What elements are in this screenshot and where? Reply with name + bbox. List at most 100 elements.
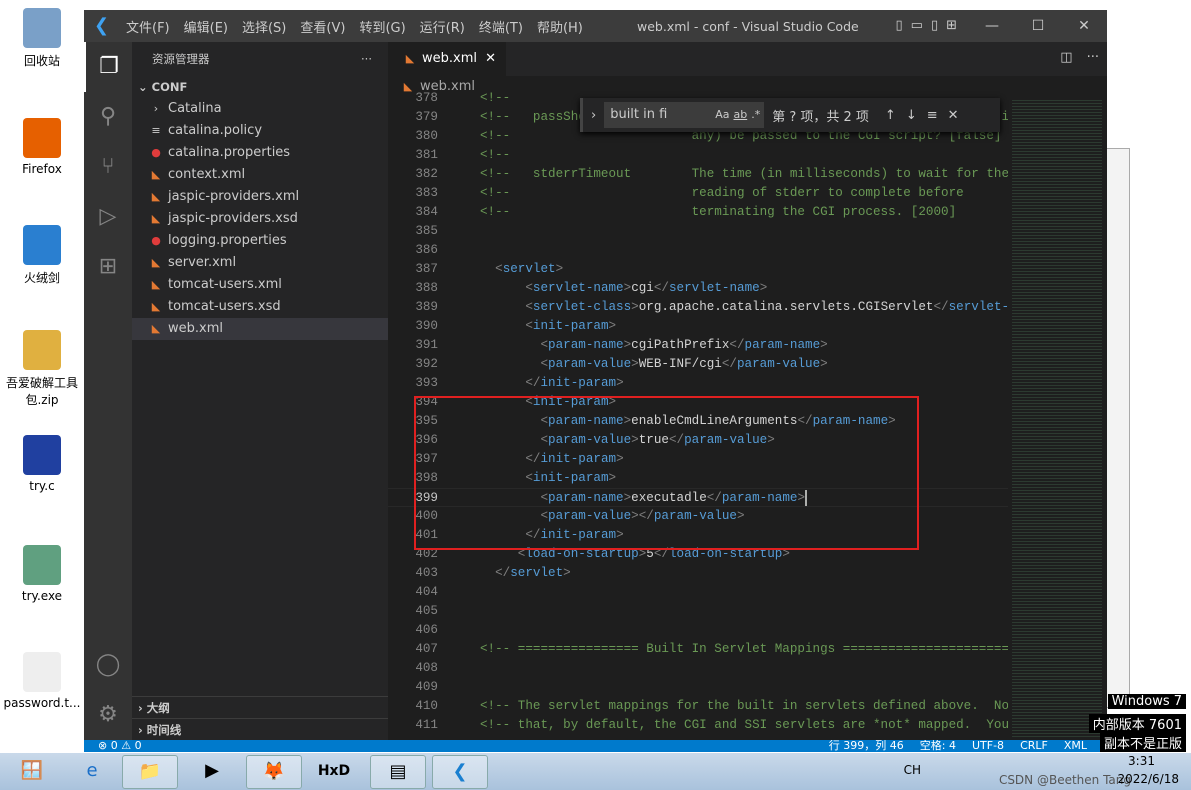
desktop-icon[interactable]: 火绒剑 xyxy=(0,225,84,286)
explorer-icon[interactable]: ❐ xyxy=(84,42,132,92)
explorer-taskbar-icon[interactable]: 📁 xyxy=(122,755,178,789)
win7-notice: 副本不是正版 xyxy=(1099,733,1186,752)
whole-word-toggle[interactable]: ab xyxy=(733,108,747,121)
file-item[interactable]: ◣ server.xml xyxy=(132,252,388,274)
previous-match-icon[interactable]: ↑ xyxy=(885,108,896,123)
code-line: 385 xyxy=(388,222,1008,241)
close-tab-icon[interactable]: ✕ xyxy=(485,42,496,76)
hxd-icon[interactable]: HxD xyxy=(306,755,362,789)
menu-item[interactable]: 文件(F) xyxy=(126,21,170,36)
menu-item[interactable]: 选择(S) xyxy=(242,21,286,36)
minimap[interactable] xyxy=(1012,98,1102,738)
menu-item[interactable]: 帮助(H) xyxy=(537,21,583,36)
regex-toggle[interactable]: .* xyxy=(751,108,760,121)
tab-label: web.xml xyxy=(422,51,477,66)
indentation[interactable]: 空格: 4 xyxy=(920,740,956,752)
menu-item[interactable]: 运行(R) xyxy=(420,21,465,36)
layout-icon[interactable]: ⊞ xyxy=(946,18,957,33)
media-player-icon[interactable]: ▶ xyxy=(184,755,240,789)
app-window-icon[interactable]: ▤ xyxy=(370,755,426,789)
clock-time[interactable]: 3:31 xyxy=(1128,754,1155,768)
toggle-sidebar-icon[interactable]: ▯ xyxy=(895,18,902,33)
maximize-button[interactable]: ☐ xyxy=(1015,10,1061,42)
file-label: server.xml xyxy=(168,255,237,270)
tag-token: servlet-class xyxy=(532,300,632,314)
encoding[interactable]: UTF-8 xyxy=(972,740,1004,752)
line-number: 409 xyxy=(415,680,438,694)
vscode-taskbar-icon[interactable]: ❮ xyxy=(432,755,488,789)
timeline-section[interactable]: › 时间线 xyxy=(132,718,388,740)
more-actions-button[interactable]: ··· xyxy=(361,42,372,76)
toggle-replace-icon[interactable]: › xyxy=(591,108,596,123)
menu-item[interactable]: 终端(T) xyxy=(479,21,523,36)
line-ending[interactable]: CRLF xyxy=(1020,740,1048,752)
desktop-icon[interactable]: password.t... xyxy=(0,652,84,710)
xml-file-icon: ◣ xyxy=(151,322,161,335)
desktop-icon[interactable]: try.c xyxy=(0,435,84,493)
file-item[interactable]: ≡ catalina.policy xyxy=(132,120,388,142)
line-number: 379 xyxy=(415,110,438,124)
file-item[interactable]: ● catalina.properties xyxy=(132,142,388,164)
file-label: tomcat-users.xsd xyxy=(168,299,281,314)
file-item[interactable]: ◣ jaspic-providers.xml xyxy=(132,186,388,208)
search-icon[interactable]: ⚲ xyxy=(84,92,132,142)
file-item[interactable]: ◣ context.xml xyxy=(132,164,388,186)
bracket-token: > xyxy=(616,376,624,390)
code-line: 387 <servlet> xyxy=(388,260,1008,279)
find-result-count: 第 ? 项，共 2 项 xyxy=(772,109,869,125)
line-number: 404 xyxy=(415,585,438,599)
find-in-selection-icon[interactable]: ≡ xyxy=(927,108,938,123)
file-item[interactable]: ◣ tomcat-users.xml xyxy=(132,274,388,296)
split-editor-icon[interactable]: ◫ xyxy=(1060,50,1072,65)
vscode-window: ❮ 文件(F) 编辑(E) 选择(S) 查看(V) 转到(G) 运行(R) 终端(T) 帮助(… xyxy=(84,10,1107,752)
folder-conf[interactable]: ⌄ CONF xyxy=(132,76,388,98)
next-match-icon[interactable]: ↓ xyxy=(906,108,917,123)
code-line: 406 xyxy=(388,621,1008,640)
tag-token: servlet xyxy=(510,566,564,580)
line-number: 386 xyxy=(415,243,438,257)
file-item[interactable]: ◣ web.xml xyxy=(132,318,388,340)
toggle-panel-icon[interactable]: ▭ xyxy=(911,18,923,33)
desktop-icon[interactable]: 吾爱破解工具包.zip xyxy=(0,330,84,408)
run-debug-icon[interactable]: ▷ xyxy=(84,192,132,242)
comment-token: <!-- stderrTimeout The time (in millisec… xyxy=(480,167,1008,181)
bracket-token: < xyxy=(525,319,533,333)
bracket-token: </ xyxy=(495,566,511,580)
problems-status[interactable]: ⊗ 0 ⚠ 0 xyxy=(98,740,142,752)
tag-token: param-name xyxy=(744,338,821,352)
file-item[interactable]: ◣ jaspic-providers.xsd xyxy=(132,208,388,230)
language-mode[interactable]: XML xyxy=(1064,740,1087,752)
code-line: 383 <!-- reading of stderr to complete be… xyxy=(388,184,1008,203)
extensions-icon[interactable]: ⊞ xyxy=(84,242,132,292)
input-language[interactable]: CH xyxy=(904,763,921,777)
close-button[interactable]: ✕ xyxy=(1061,10,1107,42)
firefox-taskbar-icon[interactable]: 🦊 xyxy=(246,755,302,789)
account-icon[interactable]: ◯ xyxy=(84,640,132,690)
source-control-icon[interactable]: ⑂ xyxy=(84,142,132,192)
desktop-icon[interactable]: Firefox xyxy=(0,118,84,176)
ie-icon[interactable]: e xyxy=(64,755,120,789)
find-input[interactable]: built in fi Aa ab .* xyxy=(604,102,765,128)
file-item[interactable]: ◣ tomcat-users.xsd xyxy=(132,296,388,318)
match-case-toggle[interactable]: Aa xyxy=(715,108,729,121)
minimize-button[interactable]: — xyxy=(969,10,1015,42)
file-item[interactable]: ● logging.properties xyxy=(132,230,388,252)
start-button[interactable]: 🪟 xyxy=(4,755,60,789)
more-icon[interactable]: ··· xyxy=(1087,50,1099,65)
desktop-icon[interactable]: try.exe xyxy=(0,545,84,603)
close-find-icon[interactable]: ✕ xyxy=(948,108,959,123)
cursor-position[interactable]: 行 399，列 46 xyxy=(829,740,904,752)
menu-item[interactable]: 查看(V) xyxy=(300,21,345,36)
desktop-icon[interactable]: 回收站 xyxy=(0,8,84,69)
tab-web-xml[interactable]: ◣ web.xml ✕ xyxy=(388,42,506,76)
file-item[interactable]: › Catalina xyxy=(132,98,388,120)
outline-section[interactable]: › 大纲 xyxy=(132,696,388,718)
clock-date[interactable]: 2022/6/18 xyxy=(1117,772,1179,786)
menu-item[interactable]: 编辑(E) xyxy=(184,21,228,36)
menu-item[interactable]: 转到(G) xyxy=(359,21,405,36)
toggle-secondary-icon[interactable]: ▯ xyxy=(931,18,938,33)
settings-gear-icon[interactable]: ⚙ xyxy=(84,690,132,740)
